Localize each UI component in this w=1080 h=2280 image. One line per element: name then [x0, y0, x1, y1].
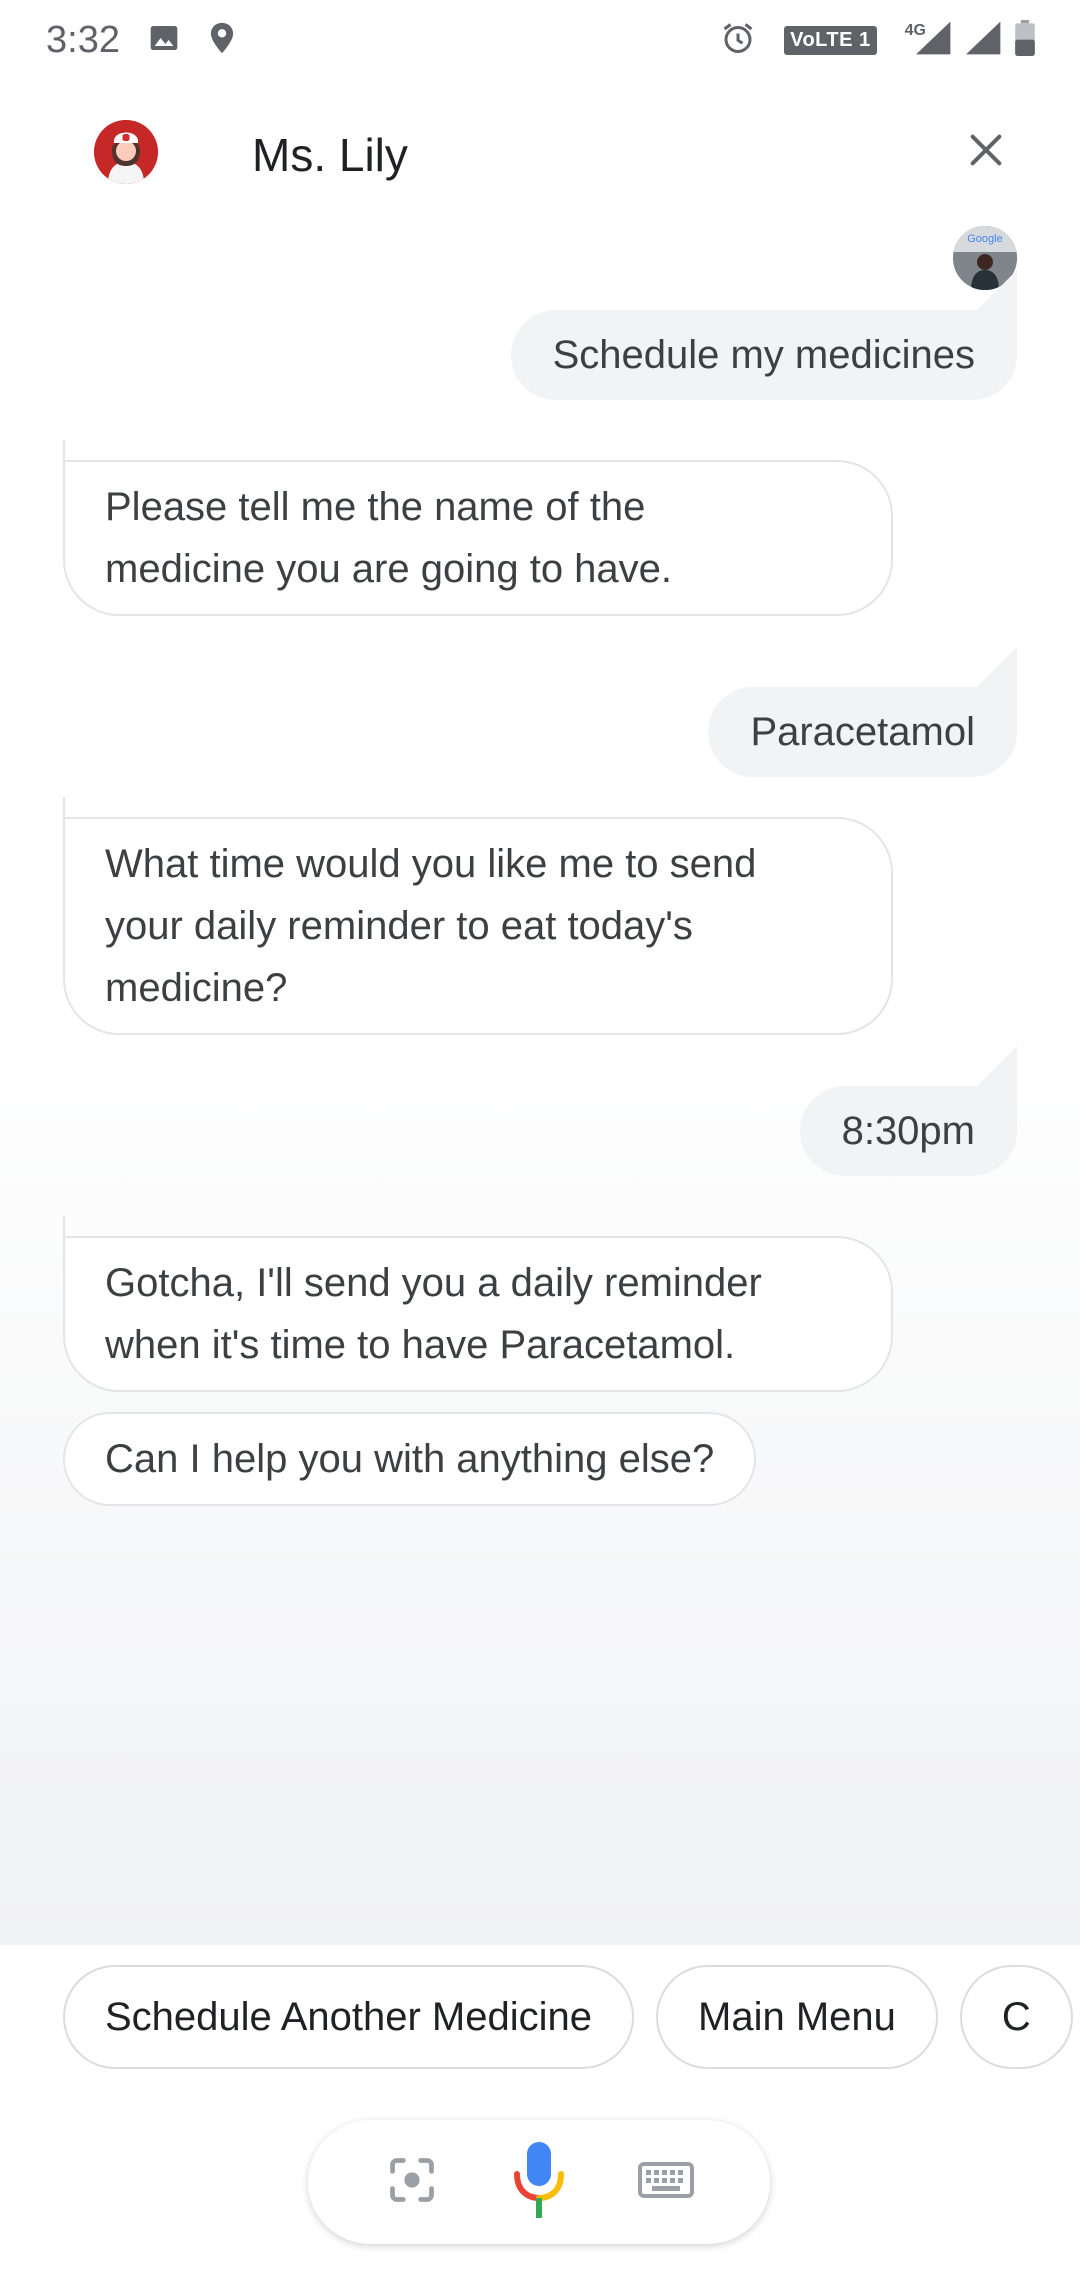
message-line: Please tell me the name of the — [105, 485, 646, 529]
user-message: Paracetamol — [708, 687, 1017, 777]
volte-badge: VoLTE 1 — [784, 25, 877, 55]
image-icon — [148, 22, 180, 59]
bot-message: Please tell me the name of the medicine … — [63, 440, 893, 616]
close-button[interactable] — [958, 124, 1014, 180]
message-line: What time would you like me to send — [105, 842, 757, 886]
message-text: Paracetamol — [750, 710, 975, 754]
message-line: when it's time to have Paracetamol. — [105, 1323, 736, 1367]
keyboard-icon — [638, 2160, 695, 2205]
message-line: your daily reminder to eat today's — [105, 904, 693, 948]
lens-icon — [386, 2154, 438, 2211]
alarm-icon — [720, 20, 756, 61]
signal-group: 4G — [905, 19, 1036, 61]
microphone-icon — [511, 2140, 567, 2225]
status-right: VoLTE 1 4G — [720, 19, 1036, 61]
close-icon — [966, 130, 1006, 175]
input-toolbar — [308, 2120, 770, 2244]
chat-header: Ms. Lily — [0, 110, 1080, 200]
bot-message: What time would you like me to send your… — [63, 797, 893, 1035]
suggestion-chips: Schedule Another Medicine Main Menu C — [63, 1965, 1073, 2069]
status-time: 3:32 — [46, 18, 120, 61]
signal-icon — [964, 20, 1004, 61]
location-icon — [208, 21, 236, 60]
signal-icon — [914, 20, 954, 61]
message-text: Schedule my medicines — [552, 333, 975, 377]
assistant-screen: 3:32 VoLTE 1 4G Ms. Lily Google Schedule… — [0, 0, 1080, 2280]
battery-icon — [1014, 19, 1036, 61]
lens-button[interactable] — [377, 2142, 447, 2222]
suggestion-chip-partial[interactable]: C — [959, 1965, 1073, 2069]
agent-avatar — [94, 120, 158, 184]
status-left: 3:32 — [46, 19, 236, 62]
agent-name: Ms. Lily — [252, 129, 408, 181]
status-bar: 3:32 VoLTE 1 4G — [0, 0, 1080, 80]
message-line: medicine? — [105, 966, 288, 1010]
bot-message: Can I help you with anything else? — [63, 1412, 757, 1506]
user-message: 8:30pm — [799, 1086, 1017, 1176]
message-text: Can I help you with anything else? — [105, 1437, 715, 1481]
microphone-button[interactable] — [504, 2140, 574, 2225]
message-line: Gotcha, I'll send you a daily reminder — [105, 1261, 762, 1305]
message-line: medicine you are going to have. — [105, 547, 673, 591]
suggestion-chip-schedule-another[interactable]: Schedule Another Medicine — [63, 1965, 634, 2069]
suggestion-chip-main-menu[interactable]: Main Menu — [656, 1965, 938, 2069]
user-message: Schedule my medicines — [510, 310, 1017, 400]
message-text: 8:30pm — [841, 1109, 975, 1153]
keyboard-button[interactable] — [631, 2142, 701, 2222]
bot-message: Gotcha, I'll send you a daily reminder w… — [63, 1216, 893, 1392]
svg-text:Google: Google — [967, 233, 1002, 245]
